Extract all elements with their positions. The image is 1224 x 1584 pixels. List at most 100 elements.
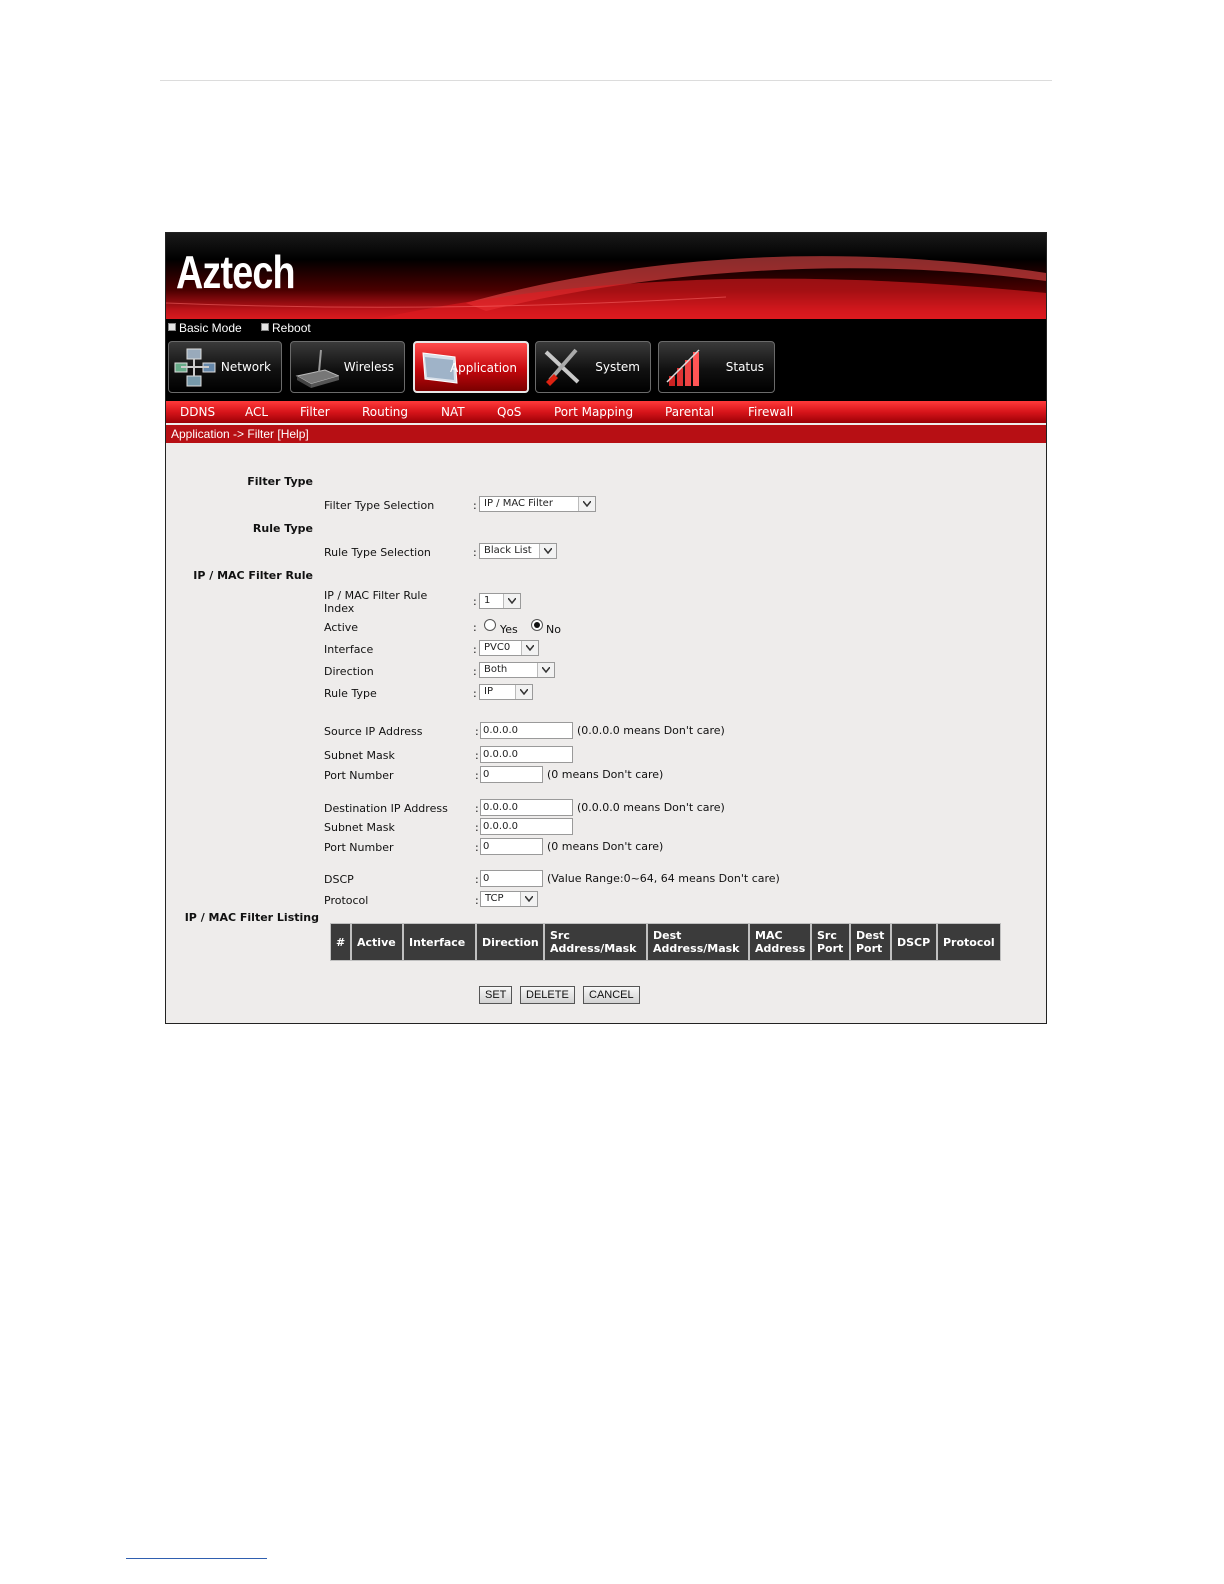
active-yes-radio[interactable] (484, 619, 496, 631)
bullet-icon (261, 323, 269, 331)
colon: : (475, 821, 479, 834)
active-label: Active (324, 621, 359, 634)
tab-application[interactable]: Application (413, 341, 529, 393)
cancel-button[interactable]: CANCEL (583, 986, 640, 1004)
dest-port-hint: (0 means Don't care) (547, 840, 664, 853)
chevron-down-icon (515, 685, 532, 699)
source-port-hint: (0 means Don't care) (547, 768, 664, 781)
colon: : (473, 499, 477, 512)
dest-mask-label: Subnet Mask (324, 821, 395, 834)
filter-type-select[interactable]: IP / MAC Filter (479, 496, 596, 512)
subtab-firewall[interactable]: Firewall (748, 405, 793, 419)
subtab-ddns[interactable]: DDNS (180, 405, 215, 419)
filter-form: Filter Type Filter Type Selection : IP /… (166, 443, 1046, 1023)
colon: : (475, 802, 479, 815)
tab-label: Status (725, 360, 764, 374)
subtab-acl[interactable]: ACL (245, 405, 268, 419)
section-filter-rule: IP / MAC Filter Rule (193, 569, 313, 582)
chevron-down-icon (520, 892, 537, 906)
router-admin-window: Aztech Basic Mode Reboot Network Wireles… (165, 232, 1047, 1024)
tab-system[interactable]: System (535, 341, 651, 393)
table-header-dscp: DSCP (892, 924, 936, 960)
breadcrumb: Application -> Filter [Help] (166, 425, 1046, 443)
active-no-label: No (546, 623, 561, 636)
subtab-filter[interactable]: Filter (300, 405, 330, 419)
breadcrumb-text: Application -> Filter [Help] (171, 427, 309, 441)
active-no-radio[interactable] (531, 619, 543, 631)
tab-label: System (595, 360, 640, 374)
tab-network[interactable]: Network (168, 341, 282, 393)
network-icon (174, 348, 216, 387)
colon: : (475, 749, 479, 762)
set-button[interactable]: SET (479, 986, 513, 1004)
subtab-port-mapping[interactable]: Port Mapping (554, 405, 633, 419)
rule-type-selection-label: Rule Type Selection (324, 546, 431, 559)
section-filter-type: Filter Type (247, 475, 313, 488)
dest-mask-input[interactable] (480, 818, 573, 835)
dscp-hint: (Value Range:0~64, 64 means Don't care) (547, 872, 780, 885)
source-ip-input[interactable] (480, 722, 573, 739)
chevron-down-icon (537, 663, 554, 677)
colon: : (473, 687, 477, 700)
source-mask-label: Subnet Mask (324, 749, 395, 762)
rule-type-label: Rule Type (324, 687, 377, 700)
delete-button[interactable]: DELETE (520, 986, 575, 1004)
colon: : (473, 643, 477, 656)
filter-listing-table: # Active Interface Direction Src Address/… (330, 923, 1001, 961)
page-top-rule (160, 80, 1052, 81)
colon: : (475, 841, 479, 854)
dest-ip-input[interactable] (480, 799, 573, 816)
rule-index-select[interactable]: 1 (479, 593, 521, 609)
source-port-input[interactable] (480, 766, 543, 783)
rule-index-label-line2: Index (324, 602, 355, 615)
colon: : (473, 546, 477, 559)
subtab-parental[interactable]: Parental (665, 405, 714, 419)
filter-type-selection-label: Filter Type Selection (324, 499, 435, 512)
source-mask-input[interactable] (480, 746, 573, 763)
subtab-nat[interactable]: NAT (441, 405, 465, 419)
router-icon (295, 349, 339, 388)
section-rule-type: Rule Type (252, 522, 313, 535)
chevron-down-icon (503, 594, 520, 608)
interface-label: Interface (324, 643, 374, 656)
table-header-index: # (331, 924, 350, 960)
colon: : (473, 665, 477, 678)
source-ip-label: Source IP Address (324, 725, 423, 738)
chevron-down-icon (578, 497, 595, 511)
table-header-direction: Direction (477, 924, 543, 960)
active-yes-label: Yes (500, 623, 518, 636)
tab-label: Wireless (343, 360, 394, 374)
source-ip-hint: (0.0.0.0 means Don't care) (577, 724, 725, 737)
basic-mode-link[interactable]: Basic Mode (168, 321, 242, 335)
tab-label: Application (449, 361, 517, 375)
subtab-routing[interactable]: Routing (362, 405, 408, 419)
dest-port-label: Port Number (324, 841, 394, 854)
rule-type-ip-select[interactable]: IP (479, 684, 533, 700)
reboot-link[interactable]: Reboot (261, 321, 311, 335)
colon: : (475, 725, 479, 738)
tools-icon (544, 348, 580, 386)
bullet-icon (168, 323, 176, 331)
table-header-protocol: Protocol (938, 924, 1000, 960)
direction-select[interactable]: Both (479, 662, 555, 678)
table-header-active: Active (352, 924, 402, 960)
table-header-dest-port: Dest Port (851, 924, 890, 960)
rule-type-select[interactable]: Black List (479, 543, 557, 559)
dscp-label: DSCP (324, 873, 354, 886)
dest-port-input[interactable] (480, 838, 543, 855)
source-port-label: Port Number (324, 769, 394, 782)
chart-icon (666, 349, 700, 386)
section-filter-listing: IP / MAC Filter Listing (184, 911, 319, 924)
sub-nav: DDNS ACL Filter Routing NAT QoS Port Map… (166, 401, 1046, 423)
table-header-dest-address: Dest Address/Mask (648, 924, 748, 960)
table-header-src-address: Src Address/Mask (545, 924, 646, 960)
protocol-select[interactable]: TCP (480, 891, 538, 907)
tab-status[interactable]: Status (658, 341, 775, 393)
subtab-qos[interactable]: QoS (497, 405, 521, 419)
interface-select[interactable]: PVC0 (479, 640, 539, 656)
colon: : (473, 595, 477, 608)
tab-wireless[interactable]: Wireless (290, 341, 405, 393)
direction-label: Direction (324, 665, 374, 678)
colon: : (475, 894, 479, 907)
dscp-input[interactable] (480, 870, 543, 887)
